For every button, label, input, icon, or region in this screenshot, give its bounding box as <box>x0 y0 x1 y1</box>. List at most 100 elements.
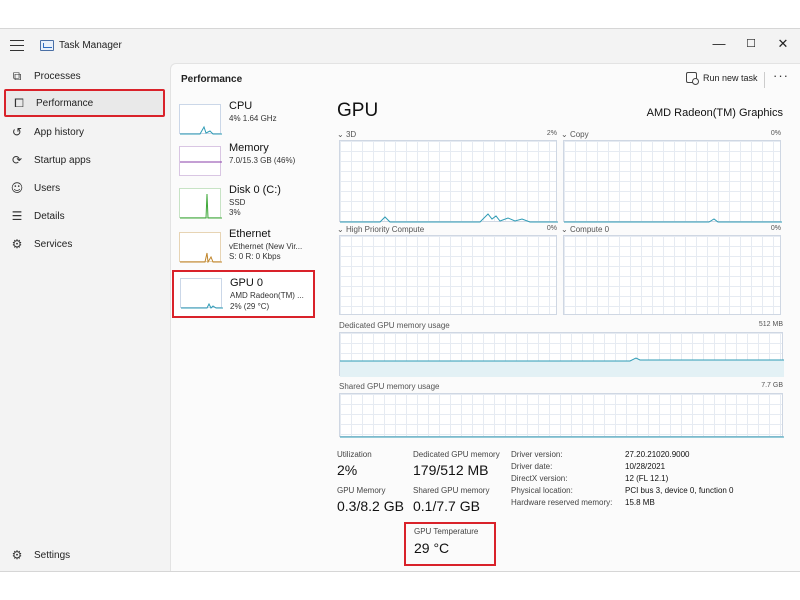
utilization-label: Utilization <box>337 450 372 459</box>
gpu-memory-value: 0.3/8.2 GB <box>337 498 404 514</box>
engine-compute0-selector[interactable]: ⌄ Compute 0 <box>561 225 609 234</box>
resource-item-gpu[interactable]: GPU 0 AMD Radeon(TM) ... 2% (29 °C) <box>172 270 315 318</box>
ethernet-thumbnail-graph <box>179 232 222 264</box>
sidebar-item-performance[interactable]: ⧠ Performance <box>4 89 165 117</box>
dedicated-memory-graph-label: Dedicated GPU memory usage <box>339 321 450 330</box>
gpu-detail-panel: GPU AMD Radeon(TM) Graphics ⌄ 3D 2% ⌄ Co… <box>331 100 800 570</box>
shared-memory-graph-label: Shared GPU memory usage <box>339 382 440 391</box>
sidebar-item-settings[interactable]: ⚙ Settings <box>4 542 164 568</box>
hamburger-menu-icon[interactable] <box>10 40 24 52</box>
app-title: Task Manager <box>59 40 122 51</box>
memory-thumbnail-graph <box>179 146 222 176</box>
sidebar-item-app-history[interactable]: ↺ App history <box>4 119 164 145</box>
info-value: 10/28/2021 <box>625 462 666 471</box>
gpu-temperature-highlight: GPU Temperature 29 °C <box>404 522 496 566</box>
performance-resource-list: CPU 4% 1.64 GHz Memory 7.0/15.3 GB (46%)… <box>171 100 331 570</box>
run-new-task-button[interactable]: Run new task <box>686 72 758 85</box>
resource-name: Memory <box>229 142 269 154</box>
engine-percent: 0% <box>770 225 781 232</box>
resource-name: CPU <box>229 100 253 112</box>
engine-hp-compute-graph <box>339 235 557 315</box>
info-key: Driver version: <box>511 450 563 459</box>
shared-memory-value: 0.1/7.7 GB <box>413 498 480 514</box>
dedicated-memory-graph <box>339 332 784 377</box>
run-task-icon <box>686 72 699 85</box>
users-icon: ☺ <box>10 181 24 195</box>
disk-thumbnail-graph <box>179 188 222 219</box>
task-manager-window: Task Manager — ☐ ✕ ⧉ Processes ⧠ Perform… <box>0 28 800 572</box>
engine-hp-compute-selector[interactable]: ⌄ High Priority Compute <box>337 225 424 234</box>
sidebar-item-label: Users <box>34 182 61 194</box>
minimize-button[interactable]: — <box>704 33 734 55</box>
info-value: 15.8 MB <box>625 498 655 507</box>
toolbar-divider <box>764 72 765 88</box>
gpu-thumbnail-graph <box>180 278 223 309</box>
engine-percent: 0% <box>546 225 557 232</box>
engine-label: 3D <box>345 130 357 139</box>
sidebar-item-label: Settings <box>34 549 71 561</box>
resource-item-cpu[interactable]: CPU 4% 1.64 GHz <box>179 100 317 140</box>
sidebar-item-label: Services <box>34 238 73 250</box>
gpu-heading: GPU <box>337 100 379 121</box>
settings-gear-icon: ⚙ <box>11 548 23 562</box>
task-manager-app-icon <box>40 40 54 51</box>
resource-detail: AMD Radeon(TM) ... <box>230 291 304 300</box>
gpu-model-name: AMD Radeon(TM) Graphics <box>646 107 783 119</box>
engine-percent: 2% <box>546 130 557 137</box>
sidebar-item-label: Startup apps <box>34 154 91 166</box>
sidebar-item-startup-apps[interactable]: ⟳ Startup apps <box>4 147 164 173</box>
info-value: 27.20.21020.9000 <box>625 450 690 459</box>
gpu-temperature-label: GPU Temperature <box>414 527 479 536</box>
engine-label: High Priority Compute <box>345 225 425 234</box>
resource-detail: vEthernet (New Vir... <box>229 242 303 251</box>
maximize-button[interactable]: ☐ <box>736 33 766 55</box>
sidebar-item-details[interactable]: ☰ Details <box>4 203 164 229</box>
resource-item-disk[interactable]: Disk 0 (C:) SSD 3% <box>179 184 317 224</box>
resource-item-memory[interactable]: Memory 7.0/15.3 GB (46%) <box>179 142 317 182</box>
services-icon: ⚙ <box>11 237 23 251</box>
resource-name: Ethernet <box>229 228 271 240</box>
resource-detail: 3% <box>229 208 241 217</box>
utilization-value: 2% <box>337 462 358 478</box>
gpu-temperature-value: 29 °C <box>414 540 450 556</box>
performance-panel: Performance Run new task ··· CPU 4% 1.64… <box>170 63 800 571</box>
shared-memory-label: Shared GPU memory <box>413 486 490 495</box>
gpu-memory-label: GPU Memory <box>337 486 386 495</box>
details-icon: ☰ <box>11 209 23 223</box>
engine-3d-selector[interactable]: ⌄ 3D <box>337 130 356 139</box>
dedicated-memory-value: 179/512 MB <box>413 462 489 478</box>
resource-detail: 4% 1.64 GHz <box>229 114 277 123</box>
dedicated-memory-label: Dedicated GPU memory <box>413 450 500 459</box>
history-icon: ↺ <box>11 125 23 139</box>
title-bar: Task Manager — ☐ ✕ <box>0 29 800 63</box>
engine-label: Copy <box>569 130 589 139</box>
more-options-button[interactable]: ··· <box>773 68 789 83</box>
sidebar-item-processes[interactable]: ⧉ Processes <box>4 63 164 89</box>
page-title: Performance <box>181 74 243 85</box>
resource-detail: S: 0 R: 0 Kbps <box>229 252 281 261</box>
engine-copy-selector[interactable]: ⌄ Copy <box>561 130 589 139</box>
run-new-task-label: Run new task <box>703 72 758 83</box>
sidebar: ⧉ Processes ⧠ Performance ↺ App history … <box>0 63 170 571</box>
info-key: Hardware reserved memory: <box>511 498 613 507</box>
performance-icon: ⧠ <box>14 96 24 110</box>
sidebar-item-users[interactable]: ☺ Users <box>4 175 164 201</box>
info-value: PCI bus 3, device 0, function 0 <box>625 486 734 495</box>
processes-icon: ⧉ <box>12 69 22 83</box>
sidebar-item-services[interactable]: ⚙ Services <box>4 231 164 257</box>
info-key: Driver date: <box>511 462 553 471</box>
dedicated-memory-max: 512 MB <box>758 321 783 328</box>
cpu-thumbnail-graph <box>179 104 222 135</box>
sidebar-item-label: App history <box>34 126 85 138</box>
info-key: Physical location: <box>511 486 573 495</box>
shared-memory-max: 7.7 GB <box>761 382 783 389</box>
engine-3d-graph <box>339 140 558 223</box>
resource-item-ethernet[interactable]: Ethernet vEthernet (New Vir... S: 0 R: 0… <box>179 228 317 268</box>
info-value: 12 (FL 12.1) <box>625 474 669 483</box>
resource-detail: 7.0/15.3 GB (46%) <box>229 156 296 165</box>
close-button[interactable]: ✕ <box>768 33 798 55</box>
info-key: DirectX version: <box>511 474 568 483</box>
engine-label: Compute 0 <box>569 225 610 234</box>
sidebar-item-label: Details <box>34 210 65 222</box>
resource-detail: 2% (29 °C) <box>230 302 270 311</box>
